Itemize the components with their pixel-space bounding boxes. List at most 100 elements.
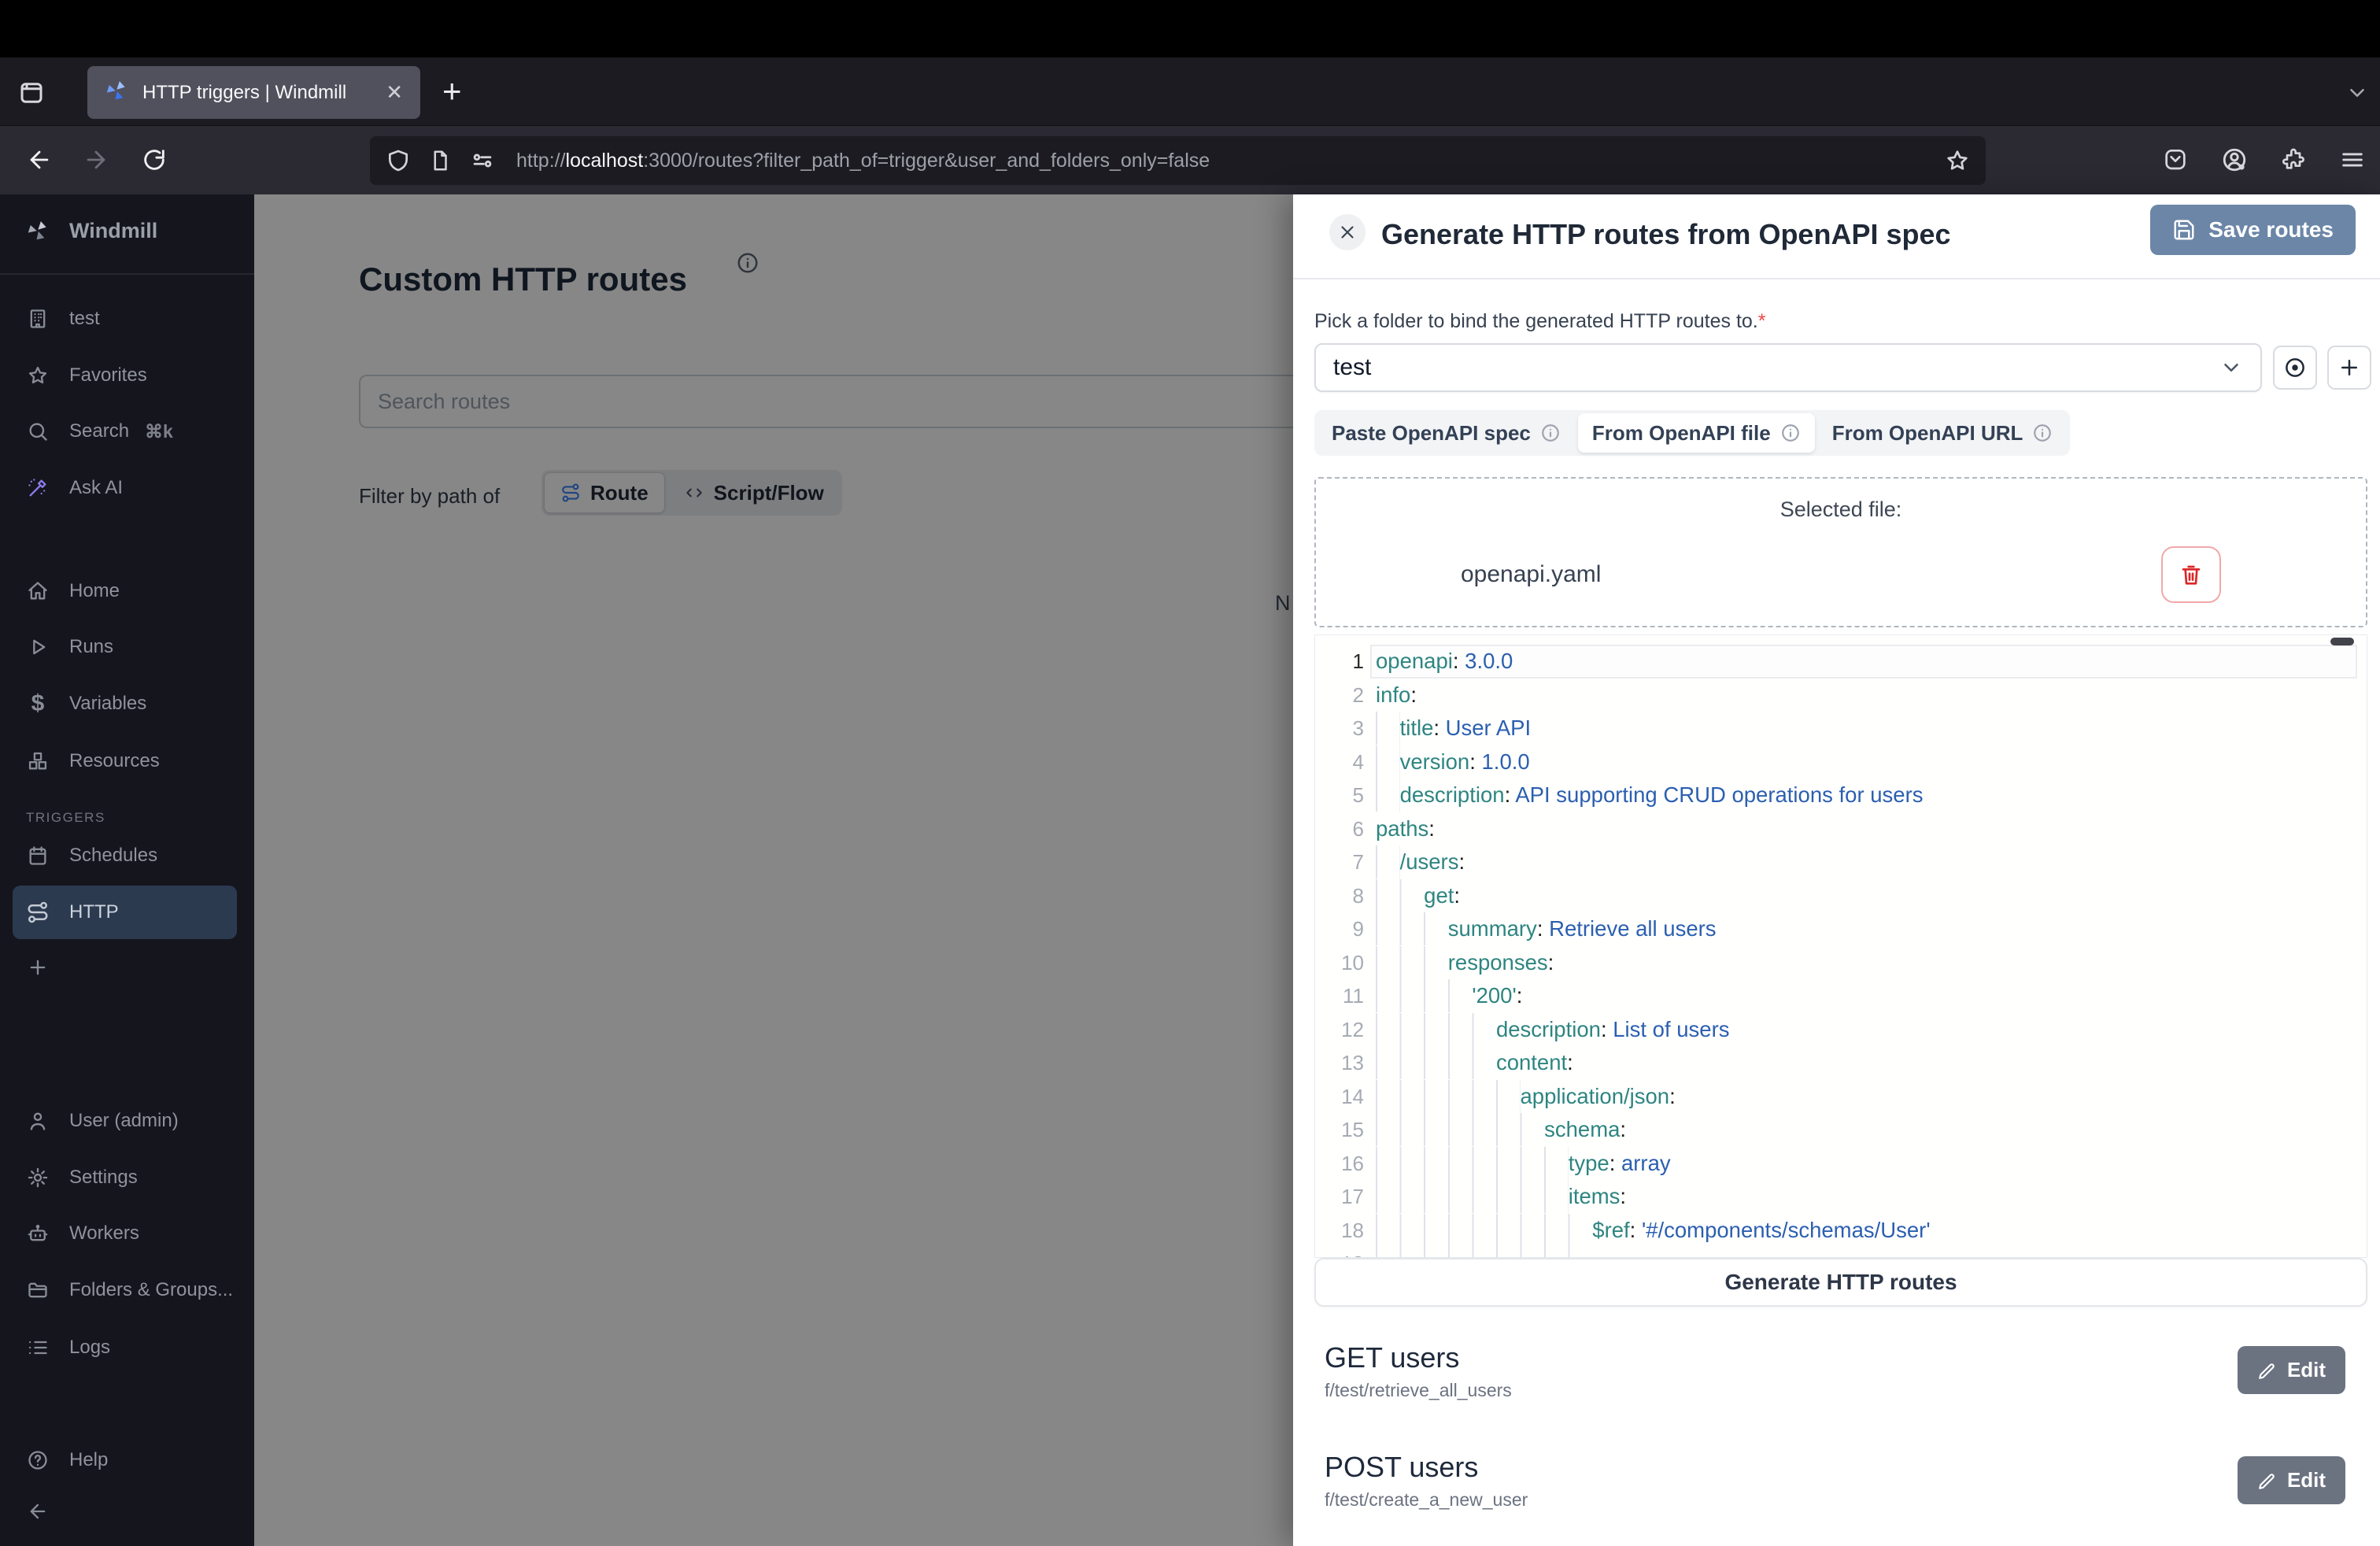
folder-icon	[26, 1279, 50, 1301]
tab-from-file[interactable]: From OpenAPI file	[1578, 413, 1815, 453]
info-icon	[1780, 423, 1801, 443]
home-icon	[26, 580, 50, 602]
close-icon[interactable]	[1329, 214, 1366, 250]
selected-file-label: Selected file:	[1316, 497, 2366, 522]
save-icon	[2172, 218, 2196, 242]
add-folder-button[interactable]	[2327, 346, 2371, 390]
eye-icon	[2283, 356, 2307, 379]
required-asterisk: *	[1758, 310, 1766, 332]
forward-button[interactable]	[83, 146, 109, 173]
code-line: 8get:	[1315, 879, 2367, 913]
brand-label: Windmill	[69, 219, 157, 243]
sidebar-item-resources[interactable]: Resources	[0, 736, 254, 786]
sidebar-add-trigger[interactable]	[0, 942, 254, 993]
user-icon	[26, 1110, 50, 1132]
reload-button[interactable]	[141, 146, 168, 173]
code-line: 6paths:	[1315, 812, 2367, 846]
sidebar-item-schedules[interactable]: Schedules	[0, 830, 254, 881]
sidebar-item-runs[interactable]: Runs	[0, 622, 254, 672]
account-icon[interactable]	[2221, 146, 2248, 173]
shield-icon[interactable]	[386, 148, 411, 173]
play-icon	[26, 636, 50, 658]
pocket-icon[interactable]	[2163, 146, 2188, 173]
browser-tab[interactable]: HTTP triggers | Windmill ✕	[87, 66, 420, 119]
trash-icon	[2179, 562, 2204, 587]
code-line: 2info:	[1315, 679, 2367, 712]
back-button[interactable]	[26, 146, 53, 173]
tab-close-icon[interactable]: ✕	[386, 80, 403, 105]
permissions-icon[interactable]	[469, 147, 496, 174]
code-line: 4version: 1.0.0	[1315, 745, 2367, 779]
code-line: 18$ref: '#/components/schemas/User'	[1315, 1214, 2367, 1248]
windmill-pinwheel-icon	[26, 217, 50, 244]
code-line: 11'200':	[1315, 979, 2367, 1013]
sidebar-item-settings[interactable]: Settings	[0, 1152, 254, 1203]
edit-route-button[interactable]: Edit	[2238, 1346, 2345, 1394]
folder-select-value: test	[1333, 354, 1371, 381]
menu-icon[interactable]	[2339, 146, 2366, 173]
folder-label: Pick a folder to bind the generated HTTP…	[1314, 310, 1765, 333]
gear-icon	[26, 1167, 50, 1189]
bookmark-star-icon[interactable]	[1945, 148, 1970, 173]
route-title: GET users	[1325, 1341, 1459, 1374]
code-line: 16type: array	[1315, 1147, 2367, 1181]
edit-route-button[interactable]: Edit	[2238, 1456, 2345, 1504]
browser-nav-bar: http://localhost:3000/routes?filter_path…	[0, 126, 2380, 194]
code-line: 17items:	[1315, 1180, 2367, 1214]
code-line: 10responses:	[1315, 946, 2367, 980]
chevron-down-icon	[2219, 356, 2243, 379]
extensions-icon[interactable]	[2281, 146, 2306, 173]
explore-folder-button[interactable]	[2273, 346, 2317, 390]
browser-tab-bar: HTTP triggers | Windmill ✕ +	[0, 57, 2380, 126]
tab-overview-icon[interactable]	[17, 79, 46, 107]
code-lines: 1openapi: 3.0.02info:3title: User API4ve…	[1315, 635, 2367, 1258]
tab-paste-spec[interactable]: Paste OpenAPI spec	[1318, 413, 1575, 453]
sidebar-item-search[interactable]: Search ⌘k	[0, 406, 254, 457]
sidebar-item-http[interactable]: HTTP	[13, 886, 237, 939]
drawer-divider	[1293, 278, 2380, 279]
windmill-logo[interactable]: Windmill	[0, 205, 254, 256]
robot-icon	[26, 1222, 50, 1245]
yaml-code-editor[interactable]: 1openapi: 3.0.02info:3title: User API4ve…	[1314, 634, 2367, 1258]
sidebar-item-workers[interactable]: Workers	[0, 1208, 254, 1259]
file-name: openapi.yaml	[1461, 561, 1601, 588]
save-routes-button[interactable]: Save routes	[2150, 205, 2356, 255]
sidebar-item-user[interactable]: User (admin)	[0, 1096, 254, 1146]
pencil-icon	[2257, 1360, 2278, 1381]
selected-file-box: Selected file: openapi.yaml	[1314, 477, 2367, 627]
plus-icon	[26, 956, 50, 978]
info-icon	[1540, 423, 1561, 443]
code-line: 15schema:	[1315, 1113, 2367, 1147]
calendar-icon	[26, 845, 50, 867]
sidebar-item-workspace[interactable]: test	[0, 294, 254, 344]
magic-wand-icon	[26, 477, 50, 499]
sidebar-item-logs[interactable]: Logs	[0, 1322, 254, 1373]
arrow-left-icon	[26, 1500, 50, 1522]
route-icon	[26, 901, 50, 924]
sidebar-item-home[interactable]: Home	[0, 566, 254, 616]
sidebar-item-help[interactable]: Help	[0, 1435, 254, 1485]
new-tab-button[interactable]: +	[442, 72, 462, 111]
route-path: f/test/create_a_new_user	[1325, 1489, 1528, 1511]
route-path: f/test/retrieve_all_users	[1325, 1380, 1512, 1401]
folder-select[interactable]: test	[1314, 343, 2262, 392]
sidebar-item-folders[interactable]: Folders & Groups...	[0, 1265, 254, 1315]
file-row: openapi.yaml	[1461, 545, 2221, 605]
url-bar[interactable]: http://localhost:3000/routes?filter_path…	[370, 136, 1986, 185]
generate-routes-button[interactable]: Generate HTTP routes	[1314, 1258, 2367, 1307]
search-shortcut: ⌘k	[145, 421, 173, 442]
editor-scrollbar-thumb[interactable]	[2330, 638, 2354, 645]
spec-source-tabs: Paste OpenAPI spec From OpenAPI file Fro…	[1314, 410, 2070, 456]
sidebar-item-variables[interactable]: $ Variables	[0, 679, 254, 729]
page-info-icon[interactable]	[428, 148, 452, 173]
tab-list-chevron-icon[interactable]	[2345, 81, 2369, 105]
route-title: POST users	[1325, 1451, 1478, 1484]
code-line: 19	[1315, 1247, 2367, 1258]
sidebar-item-ask-ai[interactable]: Ask AI	[0, 463, 254, 513]
remove-file-button[interactable]	[2161, 546, 2221, 603]
sidebar-collapse-button[interactable]	[0, 1486, 254, 1537]
tab-title: HTTP triggers | Windmill	[142, 82, 378, 104]
tab-from-url[interactable]: From OpenAPI URL	[1818, 413, 2068, 453]
sidebar-item-favorites[interactable]: Favorites	[0, 350, 254, 401]
drawer-title: Generate HTTP routes from OpenAPI spec	[1381, 218, 1951, 251]
